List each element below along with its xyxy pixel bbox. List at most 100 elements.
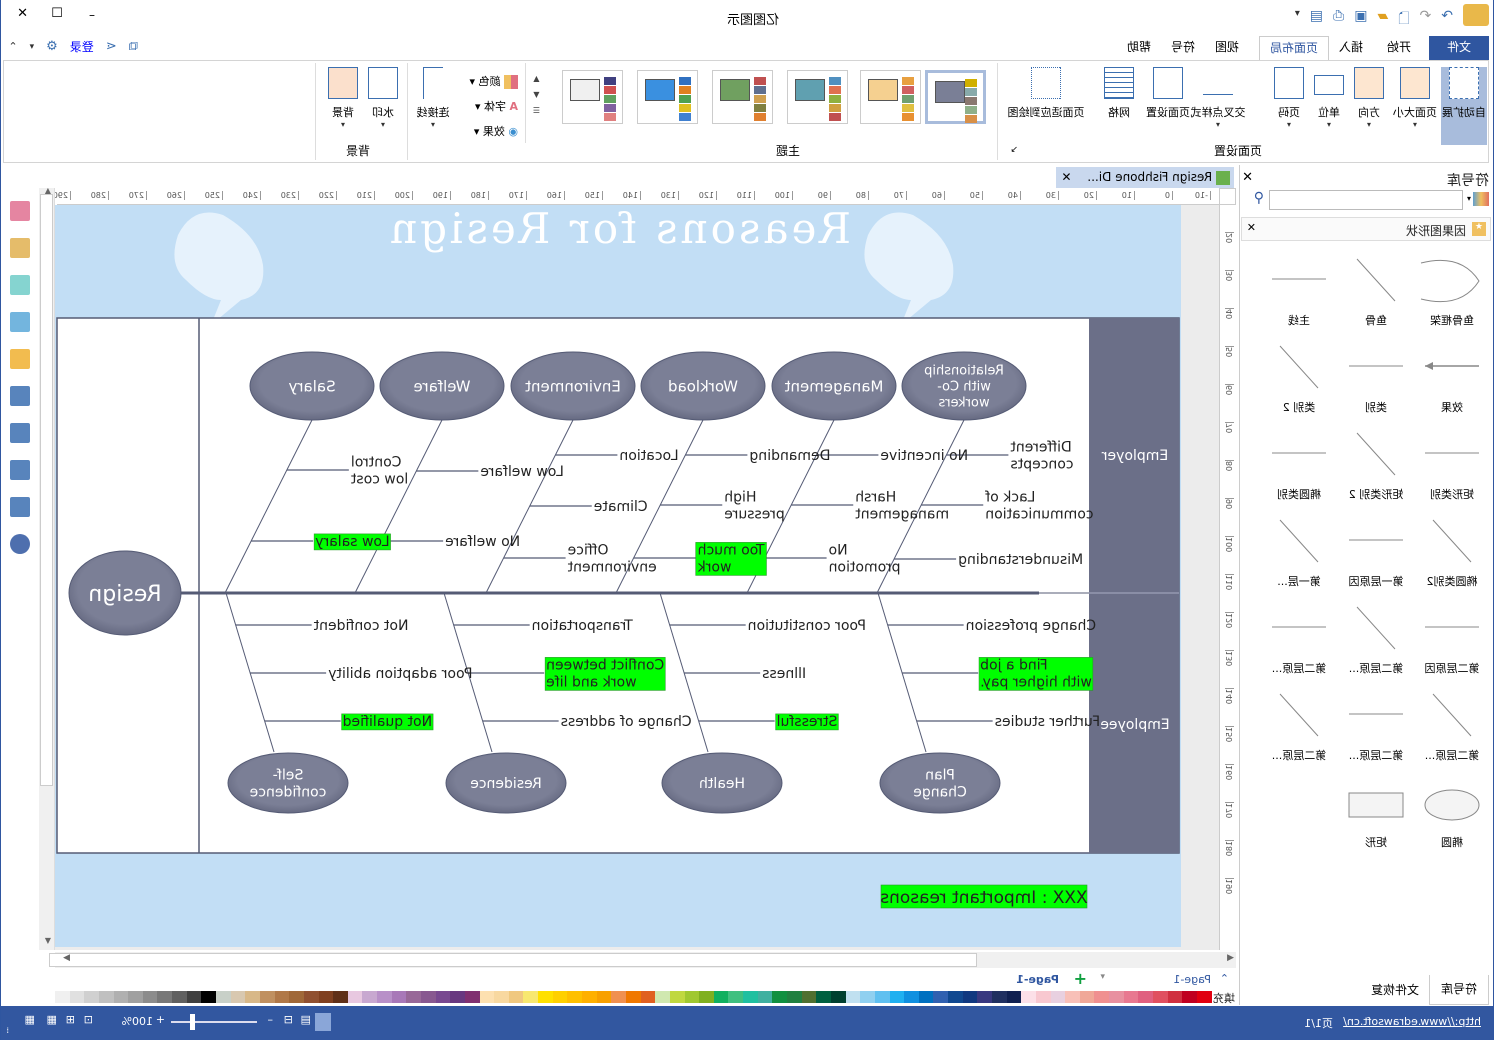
palette-swatch[interactable] (1167, 991, 1183, 1003)
palette-swatch[interactable] (508, 991, 524, 1003)
palette-swatch[interactable] (948, 991, 963, 1003)
palette-swatch[interactable] (113, 991, 129, 1003)
palette-swatch[interactable] (860, 991, 875, 1003)
palette-swatch[interactable] (216, 991, 231, 1003)
palette-swatch[interactable] (1035, 991, 1051, 1003)
palette-swatch[interactable] (362, 991, 378, 1003)
vertical-scroll-thumb[interactable] (40, 194, 53, 786)
resize-grip-icon[interactable]: ⁞ (6, 1026, 9, 1035)
palette-swatch[interactable] (640, 991, 656, 1003)
palette-swatch[interactable] (772, 991, 788, 1003)
palette-swatch[interactable] (1182, 991, 1197, 1003)
page-tab[interactable]: Page-1 (1016, 973, 1059, 986)
zoom-level[interactable]: 100% (122, 1015, 153, 1028)
fit-page-icon[interactable]: ⊡ (84, 1013, 93, 1026)
palette-swatch[interactable] (625, 991, 641, 1003)
palette-swatch[interactable] (523, 991, 539, 1003)
palette-swatch[interactable] (596, 991, 612, 1003)
palette-swatch[interactable] (1153, 991, 1168, 1003)
fill-icon[interactable] (5, 196, 35, 226)
palette-swatch[interactable] (406, 991, 422, 1003)
palette-swatch[interactable] (55, 991, 70, 1003)
palette-swatch[interactable] (977, 991, 992, 1003)
scroll-down-icon[interactable]: ▼ (45, 936, 51, 945)
palette-swatch[interactable] (962, 991, 978, 1003)
palette-swatch[interactable] (889, 991, 905, 1003)
palette-swatch[interactable] (494, 991, 509, 1003)
palette-swatch[interactable] (1196, 991, 1212, 1003)
horizontal-scroll-thumb[interactable] (49, 953, 977, 967)
palette-swatch[interactable] (289, 991, 304, 1003)
zoom-out-button[interactable]: – (268, 1013, 274, 1026)
palette-swatch[interactable] (303, 991, 319, 1003)
palette-swatch[interactable] (464, 991, 480, 1003)
palette-swatch[interactable] (1006, 991, 1022, 1003)
palette-swatch[interactable] (845, 991, 861, 1003)
fit-view-icon[interactable]: ⊟ (284, 1013, 293, 1026)
zoom-slider[interactable] (171, 1021, 257, 1023)
palette-swatch[interactable] (830, 991, 846, 1003)
palette-swatch[interactable] (230, 991, 246, 1003)
zoom-slider-thumb[interactable] (190, 1014, 196, 1030)
palette-swatch[interactable] (1109, 991, 1124, 1003)
palette-swatch[interactable] (904, 991, 919, 1003)
horizontal-scrollbar[interactable]: ◀ ▶ (49, 952, 1236, 968)
page-list-icon[interactable]: ⌃ (1220, 972, 1229, 985)
palette-swatch[interactable] (128, 991, 143, 1003)
palette-swatch[interactable] (538, 991, 553, 1003)
current-page-label[interactable]: Page-1 (1173, 973, 1211, 986)
palette-swatch[interactable] (333, 991, 348, 1003)
palette-swatch[interactable] (69, 991, 85, 1003)
palette-swatch[interactable] (918, 991, 934, 1003)
zoom-in-button[interactable]: + (156, 1013, 165, 1026)
scroll-left-icon[interactable]: ◀ (1227, 953, 1234, 963)
scroll-up-icon[interactable]: ▲ (45, 186, 51, 195)
shadow-icon[interactable] (5, 270, 35, 300)
palette-swatch[interactable] (801, 991, 817, 1003)
palette-swatch[interactable] (479, 991, 495, 1003)
comment-icon[interactable] (5, 492, 35, 522)
globe-icon[interactable] (5, 418, 35, 448)
presentation-icon[interactable]: ▦ (47, 1013, 57, 1026)
line-color-icon[interactable] (5, 233, 35, 263)
palette-swatch[interactable] (84, 991, 99, 1003)
palette-swatch[interactable] (684, 991, 700, 1003)
palette-swatch[interactable] (98, 991, 114, 1003)
help-icon[interactable] (5, 529, 35, 559)
page-icon[interactable] (5, 381, 35, 411)
palette-swatch[interactable] (1138, 991, 1154, 1003)
palette-swatch[interactable] (157, 991, 173, 1003)
vertical-scrollbar[interactable]: ▲ ▼ (39, 186, 55, 950)
palette-swatch[interactable] (274, 991, 290, 1003)
palette-swatch[interactable] (142, 991, 158, 1003)
palette-swatch[interactable] (787, 991, 802, 1003)
palette-swatch[interactable] (391, 991, 407, 1003)
palette-swatch[interactable] (582, 991, 597, 1003)
palette-swatch[interactable] (377, 991, 392, 1003)
palette-swatch[interactable] (713, 991, 729, 1003)
palette-swatch[interactable] (186, 991, 202, 1003)
palette-swatch[interactable] (552, 991, 568, 1003)
palette-swatch[interactable] (757, 991, 773, 1003)
page-view-icon[interactable]: ▤ (301, 1013, 311, 1026)
palette-swatch[interactable] (992, 991, 1007, 1003)
palette-swatch[interactable] (259, 991, 275, 1003)
palette-swatch[interactable] (245, 991, 260, 1003)
palette-swatch[interactable] (1065, 991, 1080, 1003)
palette-swatch[interactable] (567, 991, 583, 1003)
palette-swatch[interactable] (1021, 991, 1036, 1003)
palette-swatch[interactable] (1094, 991, 1110, 1003)
grid-toggle-icon[interactable]: ▦ (25, 1013, 35, 1026)
palette-swatch[interactable] (318, 991, 334, 1003)
scroll-right-icon[interactable]: ▶ (63, 953, 70, 963)
palette-swatch[interactable] (816, 991, 831, 1003)
normal-view-icon[interactable] (315, 1013, 331, 1031)
attachment-icon[interactable] (5, 455, 35, 485)
palette-swatch[interactable] (421, 991, 436, 1003)
palette-swatch[interactable] (1050, 991, 1066, 1003)
palette-swatch[interactable] (1123, 991, 1139, 1003)
palette-swatch[interactable] (435, 991, 451, 1003)
palette-swatch[interactable] (347, 991, 363, 1003)
palette-swatch[interactable] (655, 991, 670, 1003)
palette-swatch[interactable] (1079, 991, 1095, 1003)
